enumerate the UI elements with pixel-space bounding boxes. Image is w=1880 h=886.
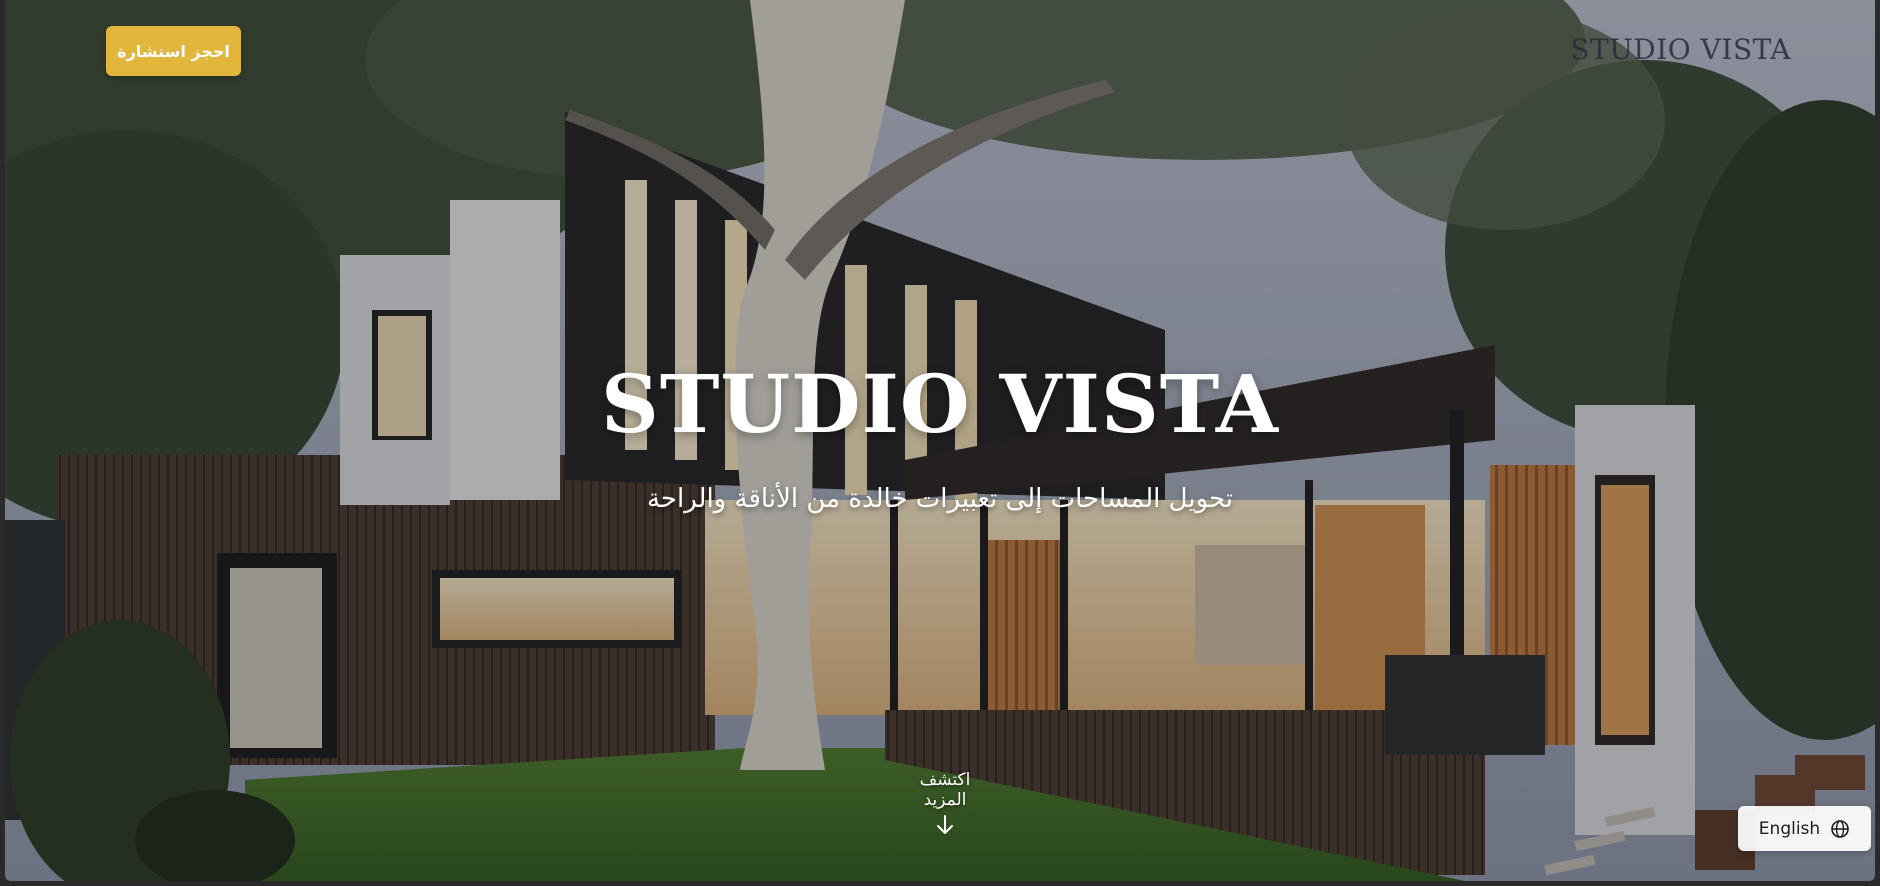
hero-title: STUDIO VISTA	[601, 357, 1279, 451]
hero-subtitle: تحويل المساحات إلى تعبيرات خالدة من الأن…	[646, 484, 1234, 514]
language-label: English	[1758, 818, 1821, 839]
arrow-down-icon	[937, 815, 953, 834]
site-logo[interactable]: STUDIO VISTA	[1570, 33, 1791, 66]
globe-icon	[1831, 819, 1849, 838]
discover-more-label: اكتشف المزيد	[919, 770, 971, 810]
language-switch-button[interactable]: English	[1738, 806, 1871, 851]
discover-more-link[interactable]: اكتشف المزيد	[900, 770, 990, 836]
book-consultation-button[interactable]: احجز استشارة	[106, 26, 241, 76]
hero-section: احجز استشارة STUDIO VISTA STUDIO VISTA ت…	[5, 0, 1875, 881]
